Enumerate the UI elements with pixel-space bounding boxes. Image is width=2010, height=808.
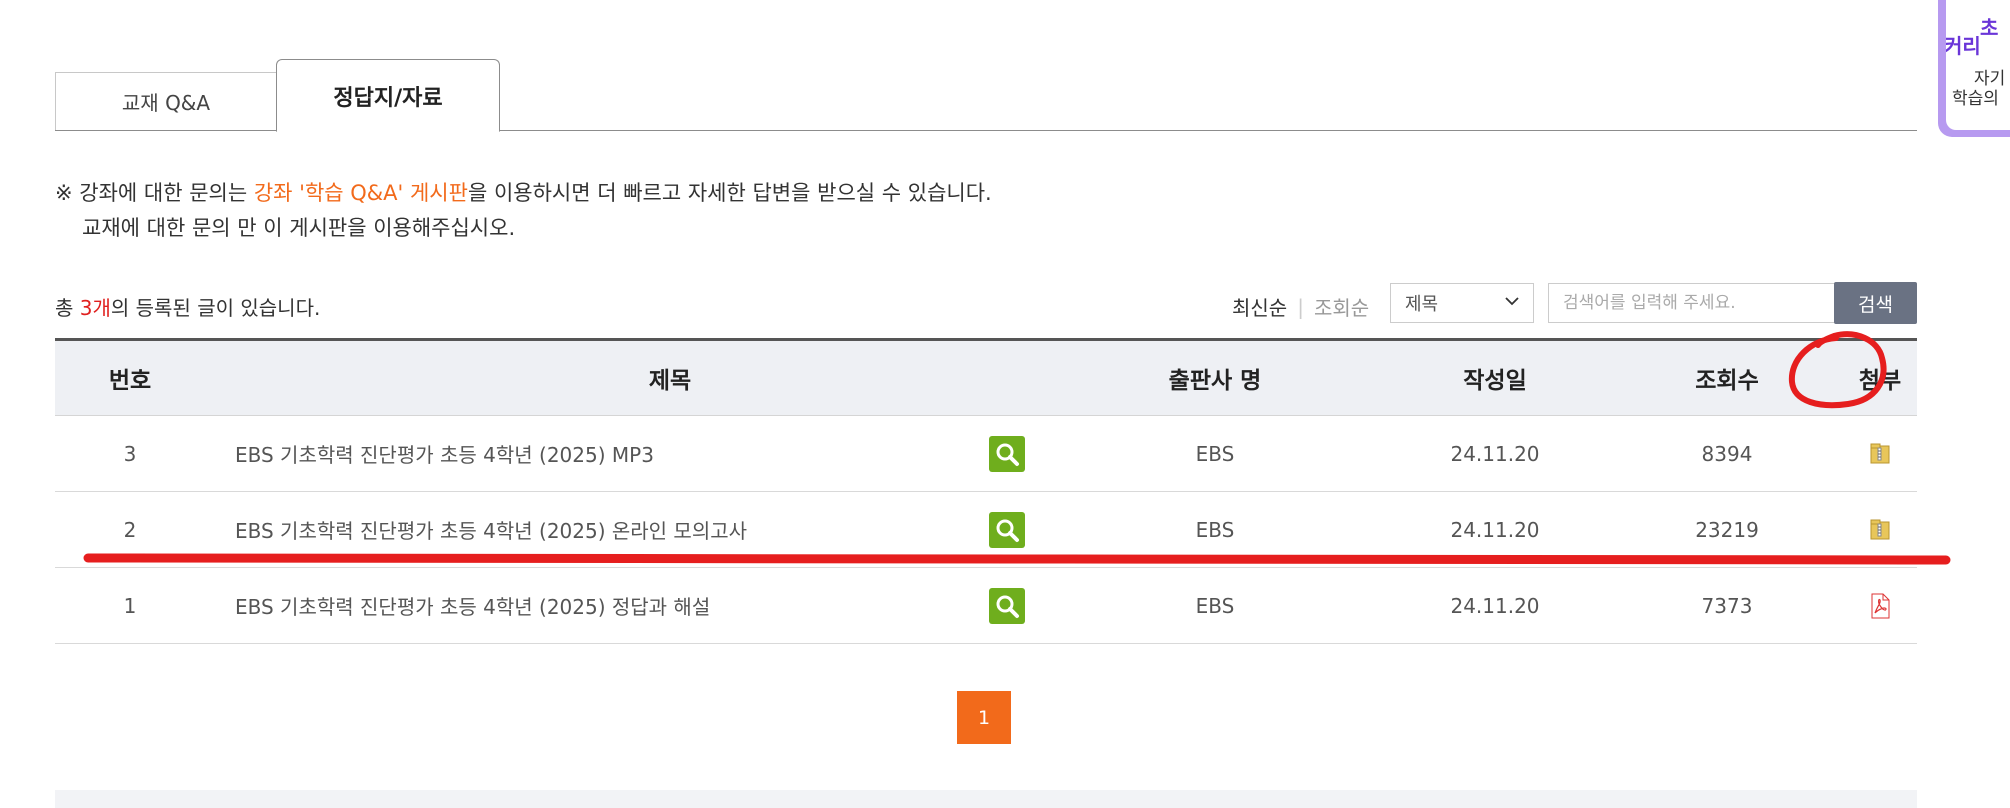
side-curriculum-banner[interactable]: 초 커리 자기 학습의 — [1938, 0, 2010, 137]
tab-label: 교재 Q&A — [121, 91, 211, 115]
search-field-select[interactable]: 제목 — [1390, 283, 1534, 323]
sort-latest[interactable]: 최신순 — [1232, 292, 1287, 321]
preview-button[interactable] — [987, 568, 1027, 643]
tab-answers-materials[interactable]: 정답지/자료 — [276, 59, 500, 132]
banner-line4: 학습의 — [1952, 89, 1999, 109]
qa-board-link[interactable]: 강좌 '학습 Q&A' 게시판 — [254, 181, 468, 205]
zip-file-icon — [1870, 443, 1890, 463]
tab-textbook-qa[interactable]: 교재 Q&A — [55, 72, 277, 130]
post-count: 총 3개의 등록된 글이 있습니다. — [55, 292, 320, 321]
notice-suffix: 을 이용하시면 더 빠르고 자세한 답변을 받으실 수 있습니다. — [467, 181, 992, 205]
banner-line2: 커리 — [1946, 34, 1981, 58]
row-date: 24.11.20 — [1450, 441, 1540, 466]
attachment-download[interactable] — [1815, 416, 1945, 491]
chevron-down-icon — [1505, 297, 1519, 306]
row-publisher: EBS — [1195, 441, 1235, 466]
preview-button[interactable] — [987, 492, 1027, 567]
row-no: 3 — [123, 441, 137, 466]
count-number: 3개 — [79, 296, 111, 320]
table-row: 3 EBS 기초학력 진단평가 초등 4학년 (2025) MP3 EBS 24… — [55, 416, 1917, 492]
count-suffix: 의 등록된 글이 있습니다. — [110, 296, 321, 320]
banner-line1: 초 — [1980, 16, 1999, 40]
header-publisher: 출판사 명 — [1168, 368, 1262, 394]
row-views: 8394 — [1701, 441, 1753, 466]
search-icon — [989, 511, 1025, 548]
row-no: 2 — [123, 517, 137, 542]
board-notice: ※ 강좌에 대한 문의는 강좌 '학습 Q&A' 게시판을 이용하시면 더 빠르… — [55, 176, 992, 246]
count-prefix: 총 — [55, 296, 80, 320]
table-row: 1 EBS 기초학력 진단평가 초등 4학년 (2025) 정답과 해설 EBS… — [55, 568, 1917, 644]
row-title-link[interactable]: EBS 기초학력 진단평가 초등 4학년 (2025) 온라인 모의고사 — [235, 492, 995, 567]
search-button[interactable]: 검색 — [1834, 282, 1917, 324]
header-date: 작성일 — [1463, 368, 1527, 394]
sort-views[interactable]: 조회순 — [1314, 292, 1369, 321]
search-icon — [989, 587, 1025, 624]
materials-table: 번호 제목 출판사 명 작성일 조회수 첨부 3 EBS 기초학력 진단평가 초… — [55, 338, 1917, 644]
row-date: 24.11.20 — [1450, 593, 1540, 618]
attachment-download[interactable] — [1815, 568, 1945, 643]
row-views: 7373 — [1701, 593, 1753, 618]
table-header: 번호 제목 출판사 명 작성일 조회수 첨부 — [55, 338, 1917, 416]
header-attach: 첨부 — [1858, 368, 1902, 394]
row-publisher: EBS — [1195, 593, 1235, 618]
row-date: 24.11.20 — [1450, 517, 1540, 542]
row-title-link[interactable]: EBS 기초학력 진단평가 초등 4학년 (2025) 정답과 해설 — [235, 568, 995, 643]
footer-band — [55, 790, 1917, 808]
row-title-link[interactable]: EBS 기초학력 진단평가 초등 4학년 (2025) MP3 — [235, 416, 995, 491]
search-icon — [989, 435, 1025, 472]
pagination-page-1[interactable]: 1 — [957, 691, 1011, 744]
header-no: 번호 — [108, 368, 152, 394]
preview-button[interactable] — [987, 416, 1027, 491]
sort-options: 최신순 | 조회순 — [1232, 292, 1369, 321]
row-publisher: EBS — [1195, 517, 1235, 542]
pdf-file-icon — [1871, 593, 1890, 618]
notice-prefix: ※ 강좌에 대한 문의는 — [55, 181, 254, 205]
header-title: 제목 — [648, 368, 692, 394]
row-no: 1 — [123, 593, 137, 618]
sort-separator: | — [1297, 294, 1304, 319]
notice-line2: 교재에 대한 문의 만 이 게시판을 이용해주십시오. — [82, 216, 516, 240]
attachment-download[interactable] — [1815, 492, 1945, 567]
banner-inner: 초 커리 자기 학습의 — [1946, 0, 2010, 130]
tab-label: 정답지/자료 — [333, 85, 443, 111]
row-views: 23219 — [1695, 517, 1759, 542]
select-value: 제목 — [1405, 294, 1439, 315]
table-row: 2 EBS 기초학력 진단평가 초등 4학년 (2025) 온라인 모의고사 E… — [55, 492, 1917, 568]
search-input[interactable] — [1548, 283, 1836, 323]
zip-file-icon — [1870, 519, 1890, 539]
header-views: 조회수 — [1695, 368, 1759, 394]
